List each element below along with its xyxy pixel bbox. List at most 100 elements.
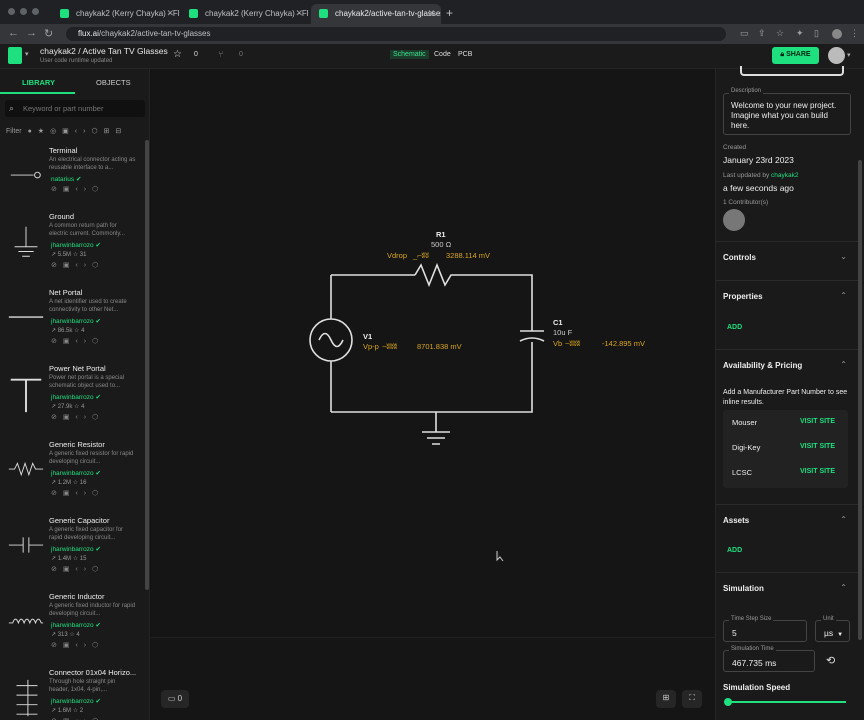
updated-user-link[interactable]: chaykak2: [771, 172, 798, 179]
library-item-author[interactable]: jharwinbarrozo ✔: [51, 317, 101, 325]
browser-tab-2[interactable]: chaykak2 (Kerry Chayka) - Flux ✕: [181, 4, 309, 24]
sim-speed-slider-handle[interactable]: [724, 698, 732, 706]
contributor-avatar[interactable]: [723, 209, 745, 231]
grid-toggle-icon[interactable]: ⊞: [656, 690, 676, 708]
description-field[interactable]: Welcome to your new project. Imagine wha…: [723, 93, 851, 135]
properties-header[interactable]: Properties: [723, 292, 763, 301]
filter-icons[interactable]: ●★◎▣‹›⬡⊞⊟: [28, 128, 128, 135]
library-item-author[interactable]: jharwinbarrozo ✔: [51, 545, 101, 553]
library-item[interactable]: Terminal An electrical connector acting a…: [0, 146, 146, 222]
library-item-author[interactable]: jharwinbarrozo ✔: [51, 241, 101, 249]
logo-menu-chevron-icon[interactable]: ▾: [25, 50, 29, 58]
user-menu-chevron-icon[interactable]: ▾: [847, 51, 851, 59]
sim-speed-track[interactable]: [726, 701, 846, 703]
chevron-up-icon[interactable]: ⌃: [840, 291, 847, 300]
library-item-author[interactable]: natarius ✔: [51, 175, 81, 183]
visit-site-button[interactable]: VISIT SITE: [800, 468, 835, 475]
new-tab-icon[interactable]: +: [446, 6, 453, 20]
extensions-icon[interactable]: ✦: [796, 28, 804, 39]
sim-time-label: Simulation Time: [729, 646, 776, 652]
library-item[interactable]: Ground A common return path for electric …: [0, 212, 146, 288]
updated-value: a few seconds ago: [723, 183, 794, 193]
controls-section[interactable]: Controls ⌄: [715, 241, 859, 279]
address-bar[interactable]: flux.ai/chaykak2/active-tan-tv-glasses: [66, 27, 726, 41]
sidepanel-icon[interactable]: ▯: [814, 28, 819, 39]
library-item-author[interactable]: jharwinbarrozo ✔: [51, 469, 101, 477]
reset-simulation-icon[interactable]: ⟲: [826, 654, 835, 667]
schematic-drawing[interactable]: R1 500 Ω Vdrop _⌐ʬʬ 3288.114 mV V1 Vp-p …: [151, 69, 715, 637]
add-property-button[interactable]: ADD: [727, 324, 742, 331]
simulation-header[interactable]: Simulation: [723, 584, 764, 593]
library-item-action-icons[interactable]: ⊘▣‹›⬡: [51, 565, 104, 573]
chevron-up-icon[interactable]: ⌃: [840, 360, 847, 369]
star-icon[interactable]: ☆: [173, 49, 182, 60]
library-item-action-icons[interactable]: ⊘▣‹›⬡: [51, 261, 104, 269]
comment-count: 0: [177, 694, 183, 703]
share-button[interactable]: 🔒︎ SHARE: [772, 47, 819, 64]
search-input[interactable]: Keyword or part number: [5, 100, 145, 117]
availability-header[interactable]: Availability & Pricing: [723, 361, 802, 370]
library-item[interactable]: Connector 01x04 Horizo... Through hole st…: [0, 668, 146, 720]
chevron-up-icon[interactable]: ⌃: [840, 583, 847, 592]
share-page-icon[interactable]: ⇪: [758, 28, 766, 39]
tab-schematic[interactable]: Schematic: [390, 50, 429, 59]
close-window-dot[interactable]: [8, 8, 15, 15]
sim-speed-label: Simulation Speed: [723, 683, 791, 692]
library-item-action-icons[interactable]: ⊘▣‹›⬡: [51, 185, 104, 193]
library-item[interactable]: Power Net Portal Power net portal is a sp…: [0, 364, 146, 440]
library-item-author[interactable]: jharwinbarrozo ✔: [51, 393, 101, 401]
back-icon[interactable]: ←: [8, 27, 19, 39]
comments-button[interactable]: ▭ 0: [161, 690, 189, 708]
trend-icon: ↗: [51, 708, 58, 714]
visit-site-button[interactable]: VISIT SITE: [800, 418, 835, 425]
bookmark-star-icon[interactable]: ☆: [776, 28, 784, 39]
description-label: Description: [729, 88, 764, 94]
close-tab-icon[interactable]: ✕: [427, 8, 435, 19]
inspector-scrollbar[interactable]: [858, 160, 862, 640]
library-item-action-icons[interactable]: ⊘▣‹›⬡: [51, 337, 104, 345]
flux-logo-icon[interactable]: [8, 47, 22, 64]
library-item-author[interactable]: jharwinbarrozo ✔: [51, 621, 101, 629]
library-item-action-icons[interactable]: ⊘▣‹›⬡: [51, 641, 104, 649]
unit-select[interactable]: Unit µs ▼: [815, 616, 850, 642]
minimize-window-dot[interactable]: [20, 8, 27, 15]
trend-icon: ↗: [51, 328, 58, 334]
profile-avatar[interactable]: [832, 29, 842, 39]
fullscreen-icon[interactable]: ⛶: [682, 690, 702, 708]
library-item-action-icons[interactable]: ⊘▣‹›⬡: [51, 413, 104, 421]
tab-objects[interactable]: OBJECTS: [96, 78, 131, 87]
browser-tab-1[interactable]: chaykak2 (Kerry Chayka) - Flux ✕: [52, 4, 180, 24]
fork-icon[interactable]: ⑂: [218, 49, 223, 59]
tab-library[interactable]: LIBRARY: [22, 78, 55, 87]
chevron-up-icon[interactable]: ⌃: [840, 515, 847, 524]
tab-pcb[interactable]: PCB: [455, 50, 475, 59]
component-symbol-icon: [14, 226, 38, 257]
close-tab-icon[interactable]: ✕: [166, 8, 174, 19]
cast-icon[interactable]: ▭: [740, 28, 749, 39]
c1-probe-value: -142.895 mV: [602, 339, 645, 348]
library-item[interactable]: Net Portal A net identifier used to creat…: [0, 288, 146, 364]
user-avatar[interactable]: [828, 47, 845, 64]
visit-site-button[interactable]: VISIT SITE: [800, 443, 835, 450]
browser-tab-3-active[interactable]: chaykak2/active-tan-tv-glasses ✕: [311, 4, 441, 24]
active-tab-indicator: [0, 92, 75, 94]
assets-header[interactable]: Assets: [723, 516, 749, 525]
sim-time-field[interactable]: Simulation Time 467.735 ms: [723, 646, 815, 672]
verified-icon: ✔: [95, 242, 101, 249]
reload-icon[interactable]: ↻: [44, 27, 53, 40]
library-item-author[interactable]: jharwinbarrozo ✔: [51, 697, 101, 705]
browser-menu-icon[interactable]: ⋮: [850, 28, 859, 39]
library-item[interactable]: Generic Capacitor A generic fixed capacit…: [0, 516, 146, 592]
library-item-action-icons[interactable]: ⊘▣‹›⬡: [51, 489, 104, 497]
forward-icon[interactable]: →: [26, 27, 37, 39]
library-scrollbar[interactable]: [145, 140, 149, 590]
tab-code[interactable]: Code: [431, 50, 454, 59]
close-tab-icon[interactable]: ✕: [295, 8, 303, 19]
library-item[interactable]: Generic Inductor A generic fixed inductor…: [0, 592, 146, 668]
maximize-window-dot[interactable]: [32, 8, 39, 15]
add-asset-button[interactable]: ADD: [727, 547, 742, 554]
project-title[interactable]: chaykak2 / Active Tan TV Glasses: [40, 46, 168, 56]
time-step-field[interactable]: Time Step Size 5: [723, 616, 807, 642]
library-item[interactable]: Generic Resistor A generic fixed resistor…: [0, 440, 146, 516]
trend-icon: ↗: [51, 556, 58, 562]
